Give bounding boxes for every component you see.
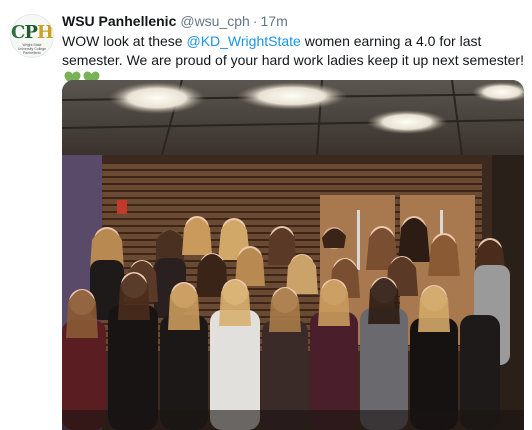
tweet-header: WSU Panhellenic @wsu_cph · 17m <box>62 12 288 30</box>
display-name[interactable]: WSU Panhellenic <box>62 13 176 29</box>
tweet-photo[interactable] <box>62 80 524 430</box>
user-handle[interactable]: @wsu_cph <box>180 13 249 29</box>
avatar-logo: CPH <box>11 22 53 43</box>
separator-dot: · <box>252 13 258 29</box>
tweet-text-part: WOW look at these <box>62 33 187 49</box>
group-photo-illustration <box>62 80 524 430</box>
avatar[interactable]: CPH Wright State University College Panh… <box>10 14 54 58</box>
tweet[interactable]: CPH Wright State University College Panh… <box>0 0 532 430</box>
mention-link[interactable]: @KD_WrightState <box>186 33 300 49</box>
tweet-timestamp[interactable]: 17m <box>261 13 288 29</box>
avatar-logo-subtext: Wright State University College Panhelle… <box>17 43 47 55</box>
